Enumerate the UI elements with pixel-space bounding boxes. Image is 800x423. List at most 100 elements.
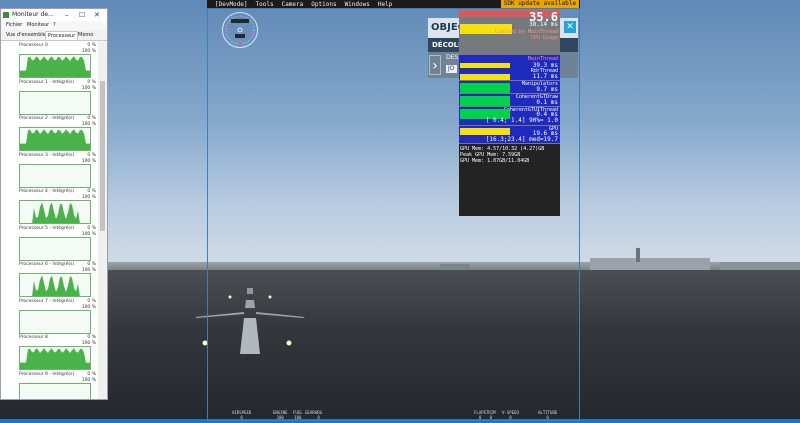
- tab-memory[interactable]: Mémo: [76, 31, 95, 40]
- panel-value: 0.1 ms: [536, 99, 558, 106]
- runway-markings: [195, 288, 305, 354]
- cpu-name: Processeur 3 - Intégré(s): [19, 152, 75, 158]
- close-icon[interactable]: ✕: [94, 9, 100, 21]
- menu-camera[interactable]: Camera: [282, 1, 304, 8]
- hud-fuel: FUEL 100: [293, 410, 303, 420]
- cpu-percent: 0 %: [87, 371, 96, 377]
- panel-coherent-draw: CoherentGTDraw 0.1 ms: [459, 94, 560, 106]
- cpu-graph-item: 0 % Processeur 0 100 %: [1, 43, 98, 79]
- objective-detail-text: DES: [446, 54, 459, 61]
- menu-moniteur[interactable]: Moniteur: [27, 21, 49, 30]
- cpu-name: Processeur 4 - Intégré(s): [19, 189, 75, 194]
- menu-devmode[interactable]: [DevMode]: [215, 1, 248, 8]
- runway-centerline-marking: [240, 318, 260, 354]
- cpu-usage-sparkline: [32, 275, 80, 296]
- cpu-usage-sparkline: [20, 129, 90, 150]
- cpu-percent: 0 %: [87, 262, 96, 267]
- cpu-graph-item: 0 % Processeur 2 - Intégré(s) 100 %: [1, 116, 98, 152]
- cpu-percent: 0 %: [87, 43, 96, 48]
- cpu-usage-graph: [19, 200, 91, 224]
- runway-light: [268, 295, 272, 299]
- cpu-percent: 0 %: [87, 152, 96, 158]
- close-icon: ✕: [566, 22, 574, 32]
- cpu-graph-item: 0 % Processeur 3 - Intégré(s) 100 %: [1, 153, 98, 189]
- cpu-name: Processeur 2 - Intégré(s): [19, 116, 75, 121]
- panel-subvalue: [ 0.4; 1.4] 90%= 1.0: [485, 117, 558, 124]
- cpu-graph-item: 0 % Processeur 8 100 %: [1, 335, 98, 371]
- cpu-graph-item: 0 % Processeur 6 - Intégré(s) 100 %: [1, 262, 98, 298]
- control-tower: [636, 248, 640, 262]
- runway-edge-marking: [256, 312, 305, 318]
- runway-light: [228, 295, 232, 299]
- frame-time: 38.14 ms: [529, 21, 558, 28]
- panel-coherent-uithread: CoherentGTUIThread 0.4 ms [ 0.4; 1.4] 90…: [459, 107, 560, 125]
- sky: [0, 0, 800, 272]
- hud-vspeed: V-SPEED 0: [502, 410, 519, 420]
- task-manager-title: Moniteur de...: [12, 11, 54, 18]
- hud-heading: HDG 0: [315, 410, 323, 420]
- cpu-graph-list: 0 % Processeur 0 100 % 0 % Processeur 1 - In…: [1, 41, 98, 401]
- gpu-mem-total-line: GPU Mem: 1.07GB/11.04GB: [460, 158, 530, 164]
- cpu-name: Processeur 5 - Intégré(s): [19, 225, 75, 231]
- cpu-usage-graph: [19, 309, 91, 334]
- tab-processor[interactable]: Processeur: [45, 31, 79, 40]
- cpu-usage-sparkline: [20, 348, 90, 369]
- runway-edge-marking: [195, 312, 244, 318]
- panel-rdrthread: RdrThread 11.7 ms: [459, 68, 560, 80]
- scrollbar-thumb[interactable]: [100, 81, 105, 231]
- task-manager-scrollbar[interactable]: [99, 41, 106, 399]
- panel-bar: [460, 83, 510, 93]
- cpu-usage-sparkline: [20, 384, 91, 401]
- devmode-menubar: [DevMode] Tools Camera Options Windows H…: [207, 0, 580, 8]
- task-manager-titlebar[interactable]: Moniteur de... – ☐ ✕: [1, 9, 107, 21]
- menu-help[interactable]: ?: [53, 21, 56, 30]
- panel-gpu: GPU 19.6 ms [16.3;23.4] med=19.7: [459, 126, 560, 143]
- cpu-usage-graph: [19, 163, 91, 188]
- cpu-usage-sparkline: [20, 165, 91, 188]
- cpu-usage-sparkline: [20, 56, 90, 77]
- minimize-icon[interactable]: –: [65, 9, 69, 21]
- panel-subvalue: [16.3;23.4] med=19.7: [485, 136, 558, 143]
- cpu-graph-item: 0 % Processeur 1 - Intégré(s) 100 %: [1, 80, 98, 116]
- cpu-name: Processeur 0: [19, 43, 48, 48]
- runway-light: [202, 340, 208, 346]
- panel-bar: [460, 128, 510, 135]
- hud-airspeed: AIRSPEED 0: [232, 410, 252, 420]
- hud-altitude: ALTITUDE 0: [538, 410, 558, 420]
- menu-help[interactable]: Help: [378, 1, 392, 8]
- cpu-usage-label: CPU Usage: [530, 35, 558, 41]
- menu-fichier[interactable]: Fichier: [6, 21, 22, 30]
- flight-sim-viewport[interactable]: [0, 0, 800, 423]
- menu-tools[interactable]: Tools: [256, 1, 274, 8]
- cpu-usage-graph: [19, 90, 91, 115]
- cpu-name: Processeur 1 - Intégré(s): [19, 79, 75, 85]
- sdk-update-badge[interactable]: SDK update available: [500, 0, 579, 8]
- cpu-usage-graph: [19, 54, 91, 78]
- cpu-percent: 0 %: [87, 189, 96, 194]
- task-manager-window[interactable]: Moniteur de... – ☐ ✕ Fichier Moniteur ? …: [0, 8, 108, 400]
- maximize-icon[interactable]: ☐: [79, 9, 85, 21]
- cpu-usage-sparkline: [20, 311, 91, 334]
- close-objectives-button[interactable]: ✕: [564, 21, 576, 33]
- cpu-percent: 0 %: [87, 79, 96, 85]
- menu-windows[interactable]: Windows: [345, 1, 370, 8]
- chevron-right-icon[interactable]: ›: [429, 55, 441, 75]
- compass-icon: [222, 12, 258, 48]
- task-manager-tabs: Vue d'ensemble Processeur Mémo: [1, 31, 107, 41]
- panel-value: 11.7 ms: [532, 73, 558, 80]
- task-manager-icon: [3, 12, 9, 18]
- cpu-usage-graph: [19, 236, 91, 261]
- cpu-percent: 0 %: [87, 225, 96, 231]
- cpu-graph-item: 0 % Processeur 7 - Intégré(s) 100 %: [1, 299, 98, 335]
- tab-overview[interactable]: Vue d'ensemble: [4, 31, 48, 40]
- cpu-percent: 0 %: [87, 335, 96, 340]
- cpu-graph-item: 0 % Processeur 9 - Intégré(s) 100 %: [1, 371, 98, 401]
- hud-flaps: FLAPS 0: [474, 410, 487, 420]
- panel-bar: [460, 96, 510, 106]
- cpu-name: Processeur 7 - Intégré(s): [19, 298, 75, 304]
- runway-light: [286, 340, 292, 346]
- panel-bar: [460, 74, 510, 80]
- menu-options[interactable]: Options: [311, 1, 336, 8]
- cpu-usage-graph: [19, 273, 91, 297]
- memory-panel: GPU Mem: 4.57/10.32 (4.27)GB Peak GPU Me…: [459, 144, 560, 216]
